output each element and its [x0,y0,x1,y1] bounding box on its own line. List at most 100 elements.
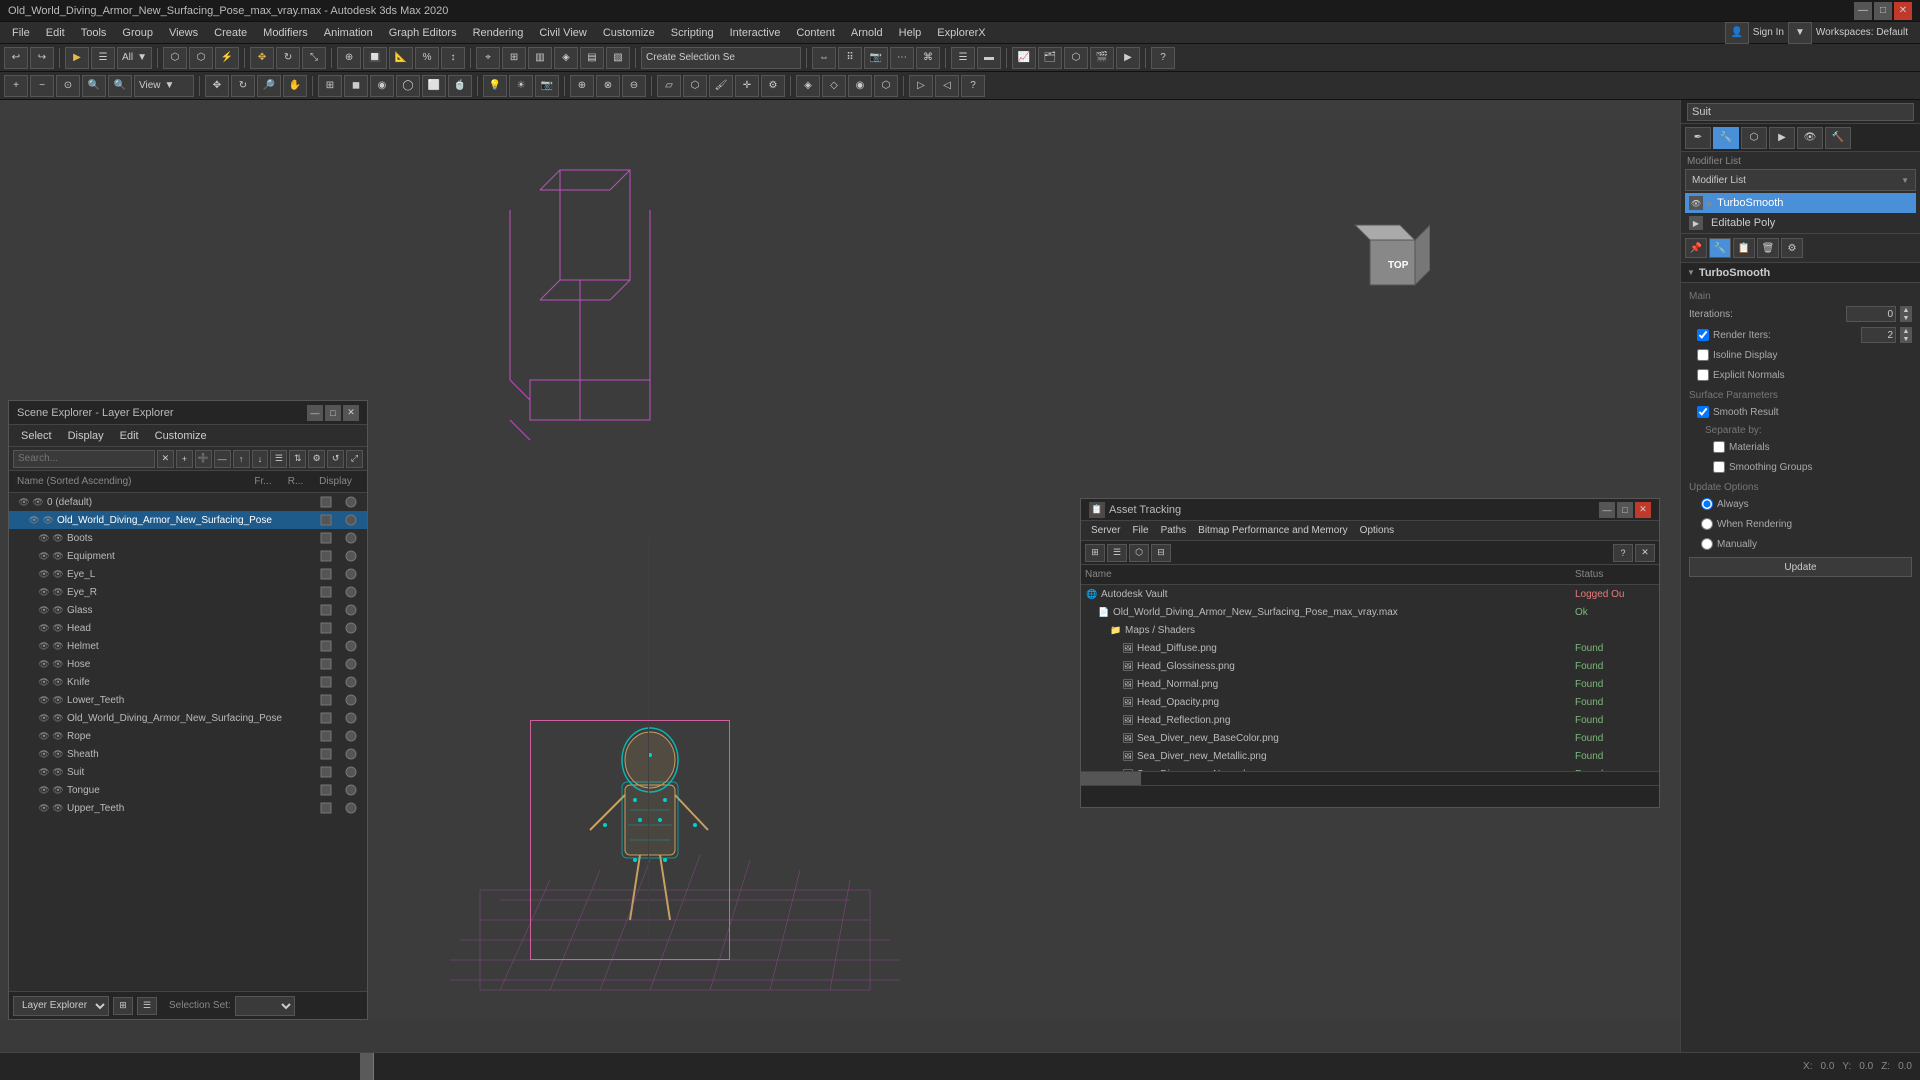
se-eye-icon2[interactable]: 👁 [51,765,65,779]
se-list-item[interactable]: 👁 👁 0 (default) [9,493,367,511]
at-menu-file[interactable]: File [1126,523,1154,538]
modifier-turbosmooth[interactable]: 👁 ▶ TurboSmooth [1685,193,1916,213]
se-eye-icon[interactable]: 👁 [37,693,51,707]
se-list-item[interactable]: 👁 👁 Tongue [9,781,367,799]
spacing-tool-button[interactable]: ⋯ [890,47,914,69]
tb2-extra4[interactable]: ⬡ [874,75,898,97]
mod-tb-copy[interactable]: 📋 [1733,238,1755,258]
tb2-camera[interactable]: 📷 [535,75,559,97]
se-eye-icon[interactable]: 👁 [37,675,51,689]
menu-modifiers[interactable]: Modifiers [255,25,316,41]
se-list-item[interactable]: 👁 👁 Old_World_Diving_Armor_New_Surfacing… [9,709,367,727]
tb2-zoom[interactable]: 🔎 [257,75,281,97]
menu-edit[interactable]: Edit [38,25,73,41]
se-eye-icon2[interactable]: 👁 [51,801,65,815]
sign-in-icon[interactable]: 👤 [1725,22,1749,44]
tb2-extra1[interactable]: ◈ [796,75,820,97]
se-minimize[interactable]: — [307,405,323,421]
se-selection-set[interactable] [235,996,295,1016]
se-eye-icon[interactable]: 👁 [37,783,51,797]
render-iters-checkbox[interactable] [1697,329,1709,341]
select-by-name-button[interactable]: ☰ [91,47,115,69]
se-eye-icon2[interactable]: 👁 [51,603,65,617]
at-close[interactable]: ✕ [1635,502,1651,518]
se-eye-icon2[interactable]: 👁 [51,657,65,671]
at-item-head-glossiness[interactable]: 🖼 Head_Glossiness.png Found [1081,657,1659,675]
at-item-maps-folder[interactable]: 📁 Maps / Shaders [1081,621,1659,639]
tb2-extra2[interactable]: ◇ [822,75,846,97]
se-list-item[interactable]: 👁 👁 Eye_L [9,565,367,583]
se-list-item[interactable]: 👁 👁 Helmet [9,637,367,655]
quick-align-button[interactable]: ⊞ [502,47,526,69]
menu-arnold[interactable]: Arnold [843,25,891,41]
menu-views[interactable]: Views [161,25,206,41]
render-iters-up[interactable]: ▲ [1900,327,1912,335]
se-menu-select[interactable]: Select [13,428,60,444]
se-eye-icon[interactable]: 👁 [37,765,51,779]
unlink-button[interactable]: ⬡ [189,47,213,69]
se-tb-delete[interactable]: — [214,450,231,468]
se-eye-icon[interactable]: 👁 [37,531,51,545]
tb2-light1[interactable]: 💡 [483,75,507,97]
se-tb-sort[interactable]: ⇅ [289,450,306,468]
when-rendering-radio[interactable] [1701,518,1713,530]
se-list-item[interactable]: 👁 👁 Glass [9,601,367,619]
at-item-vault[interactable]: 🌐 Autodesk Vault Logged Ou [1081,585,1659,603]
se-search-input[interactable] [13,450,155,468]
tb2-btn4[interactable]: 🔍 [82,75,106,97]
menu-animation[interactable]: Animation [316,25,381,41]
menu-file[interactable]: File [4,25,38,41]
se-eye-icon2[interactable]: 👁 [41,513,55,527]
se-tb-expand[interactable]: ⤢ [346,450,363,468]
select-move-button[interactable]: ✥ [250,47,274,69]
tb2-pan[interactable]: ✋ [283,75,307,97]
tb2-rotate[interactable]: ↻ [231,75,255,97]
se-maximize[interactable]: □ [325,405,341,421]
se-eye-icon2[interactable]: 👁 [51,693,65,707]
explicit-normals-checkbox[interactable] [1697,369,1709,381]
mirror-button[interactable]: ⇔ [812,47,836,69]
smoothing-groups-checkbox[interactable] [1713,461,1725,473]
at-list[interactable]: 🌐 Autodesk Vault Logged Ou 📄 Old_World_D… [1081,585,1659,773]
se-list-item[interactable]: 👁 👁 Suit [9,763,367,781]
turbosmooth-rollout-header[interactable]: ▼ TurboSmooth [1681,263,1920,283]
menu-civil-view[interactable]: Civil View [531,25,594,41]
mod-eye-icon2[interactable]: ▶ [1689,216,1703,230]
se-eye-icon[interactable]: 👁 [37,657,51,671]
select-scale-button[interactable]: ⤡ [302,47,326,69]
isoline-checkbox[interactable] [1697,349,1709,361]
menu-group[interactable]: Group [114,25,161,41]
se-eye-icon2[interactable]: 👁 [51,675,65,689]
at-scrollbar-horizontal[interactable] [1081,771,1659,785]
ribbon-button[interactable]: ▬ [977,47,1001,69]
menu-tools[interactable]: Tools [73,25,115,41]
undo-button[interactable]: ↩ [4,47,28,69]
tb2-btn3[interactable]: ⊙ [56,75,80,97]
tb2-snap3[interactable]: ⊖ [622,75,646,97]
menu-interactive[interactable]: Interactive [722,25,789,41]
time-slider-thumb[interactable] [360,1053,374,1080]
mod-tb-wrench[interactable]: 🔧 [1709,238,1731,258]
at-tb-btn1[interactable]: ⊞ [1085,544,1105,562]
tb2-move[interactable]: ✥ [205,75,229,97]
materials-checkbox[interactable] [1713,441,1725,453]
menu-graph-editors[interactable]: Graph Editors [381,25,465,41]
at-item-sea-basecolor[interactable]: 🖼 Sea_Diver_new_BaseColor.png Found [1081,729,1659,747]
se-eye-icon2[interactable]: 👁 [51,531,65,545]
se-close[interactable]: ✕ [343,405,359,421]
tb2-helper[interactable]: ✛ [735,75,759,97]
tb2-sphere[interactable]: ◯ [396,75,420,97]
se-eye-icon[interactable]: 👁 [37,711,51,725]
se-eye-icon[interactable]: 👁 [37,639,51,653]
create-selection-set-dropdown[interactable]: Create Selection Se [641,47,801,69]
se-eye-icon2[interactable]: 👁 [51,729,65,743]
maximize-button[interactable]: □ [1874,2,1892,20]
se-tb-filter[interactable]: ☰ [270,450,287,468]
tb2-snap2[interactable]: ⊗ [596,75,620,97]
se-menu-customize[interactable]: Customize [147,428,215,444]
rp-tab-motion[interactable]: ▶ [1769,127,1795,149]
se-eye-icon2[interactable]: 👁 [51,549,65,563]
se-list-item[interactable]: 👁 👁 Boots [9,529,367,547]
tb2-paint[interactable]: 🖌 [709,75,733,97]
tb2-grid[interactable]: ⊞ [318,75,342,97]
